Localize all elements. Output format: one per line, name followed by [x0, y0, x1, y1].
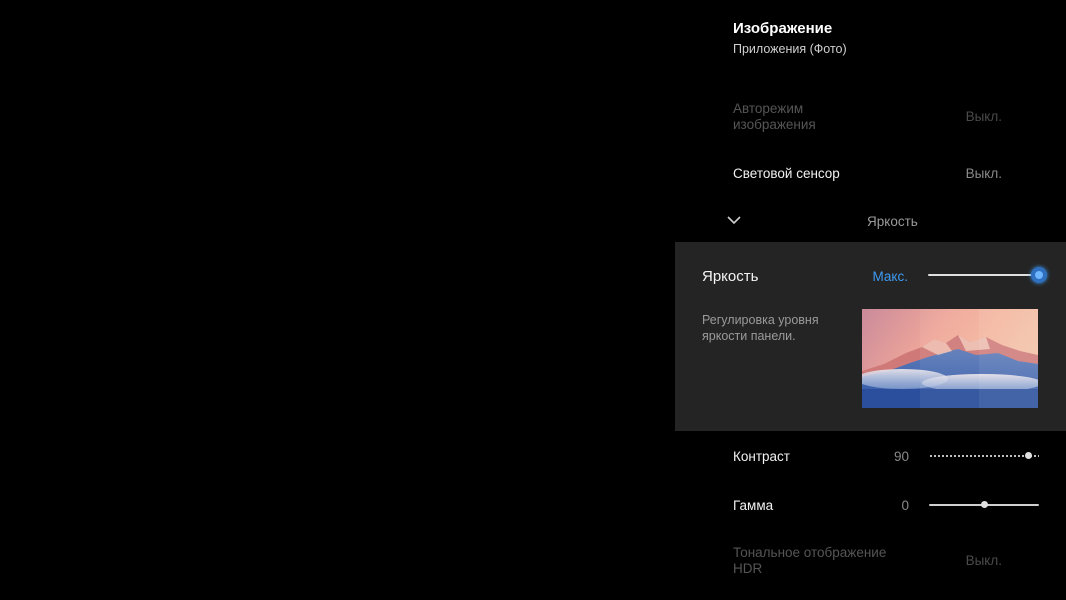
gamma-value: 0 — [901, 498, 909, 513]
gamma-label: Гамма — [733, 498, 774, 513]
auto-mode-label: Авторежим изображения — [733, 101, 816, 133]
contrast-label: Контраст — [733, 449, 790, 464]
brightness-setting-card[interactable]: Яркость Макс. Регулировка уровня яркости… — [675, 242, 1066, 431]
hdr-label-line2: HDR — [733, 561, 763, 576]
brightness-slider-thumb[interactable] — [1035, 271, 1043, 279]
brightness-collapse-row[interactable]: Яркость — [722, 208, 1066, 236]
contrast-value: 90 — [893, 449, 909, 464]
auto-mode-label-line2: изображения — [733, 117, 816, 132]
brightness-title: Яркость — [702, 268, 759, 285]
brightness-preview-image — [862, 309, 1038, 408]
light-sensor-value: Выкл. — [965, 166, 1002, 181]
light-sensor-label: Световой сенсор — [733, 166, 840, 181]
auto-mode-label-line1: Авторежим — [733, 101, 804, 116]
chevron-down-icon[interactable] — [726, 212, 742, 228]
gamma-slider-thumb[interactable] — [981, 501, 988, 508]
page-title: Изображение — [733, 20, 833, 37]
brightness-description: Регулировка уровня яркости панели. — [702, 313, 819, 343]
auto-mode-value: Выкл. — [965, 109, 1002, 124]
page-subtitle: Приложения (Фото) — [733, 42, 847, 56]
brightness-value: Макс. — [872, 269, 908, 284]
brightness-slider[interactable] — [928, 267, 1047, 283]
contrast-slider-thumb[interactable] — [1025, 452, 1032, 459]
brightness-collapse-label: Яркость — [867, 214, 918, 229]
contrast-slider[interactable] — [929, 452, 1039, 459]
hdr-label-line1: Тональное отображение — [733, 545, 887, 560]
gamma-slider[interactable] — [929, 501, 1039, 508]
hdr-label: Тональное отображение HDR — [733, 545, 886, 577]
hdr-value: Выкл. — [965, 553, 1002, 568]
